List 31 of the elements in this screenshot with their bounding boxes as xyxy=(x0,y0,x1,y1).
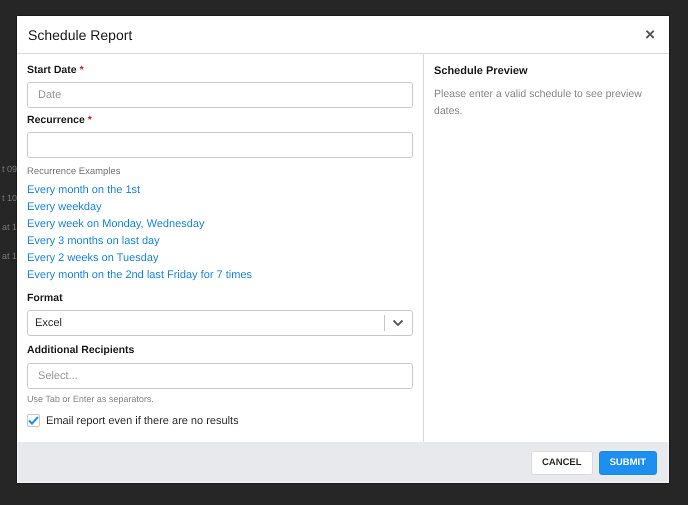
preview-title: Schedule Preview xyxy=(434,65,529,77)
field-label: Format xyxy=(27,292,64,304)
chevron-down-icon xyxy=(392,319,404,327)
background-text: t 10 xyxy=(2,192,17,205)
recipients-field[interactable]: Select... xyxy=(27,363,413,389)
background-text: t 09 xyxy=(2,163,17,176)
cancel-button[interactable]: CANCEL xyxy=(530,450,593,474)
checkbox-label: Email report even if there are no results xyxy=(46,414,239,426)
format-select[interactable]: Excel xyxy=(27,310,413,336)
example-link[interactable]: Every 3 months on last day xyxy=(27,233,413,250)
preview-message: Please enter a valid schedule to see preview dates. xyxy=(434,87,643,119)
background-text: at 1 xyxy=(2,221,17,234)
required-mark: * xyxy=(80,64,84,76)
example-link[interactable]: Every month on the 1st xyxy=(27,182,413,199)
hint-text: Use Tab or Enter as separators. xyxy=(27,394,155,404)
close-button[interactable]: × xyxy=(643,26,657,42)
field-label: Recurrence xyxy=(27,114,85,126)
example-link[interactable]: Every 2 weeks on Tuesday xyxy=(27,250,413,267)
background-text: at 1 xyxy=(2,250,17,263)
submit-button[interactable]: SUBMIT xyxy=(598,450,657,474)
input-field[interactable] xyxy=(27,132,413,158)
input-field[interactable]: Date xyxy=(27,82,413,108)
example-link[interactable]: Every month on the 2nd last Friday for 7 times xyxy=(27,267,413,284)
example-link[interactable]: Every weekday xyxy=(27,199,413,216)
checkbox[interactable] xyxy=(27,414,40,427)
field-label: Additional Recipients xyxy=(27,344,136,356)
dialog-title: Schedule Report xyxy=(28,26,132,42)
examples-heading: Recurrence Examples xyxy=(27,166,122,177)
field-label: Start Date xyxy=(27,64,77,76)
required-mark: * xyxy=(88,114,92,126)
example-link[interactable]: Every week on Monday, Wednesday xyxy=(27,216,413,233)
